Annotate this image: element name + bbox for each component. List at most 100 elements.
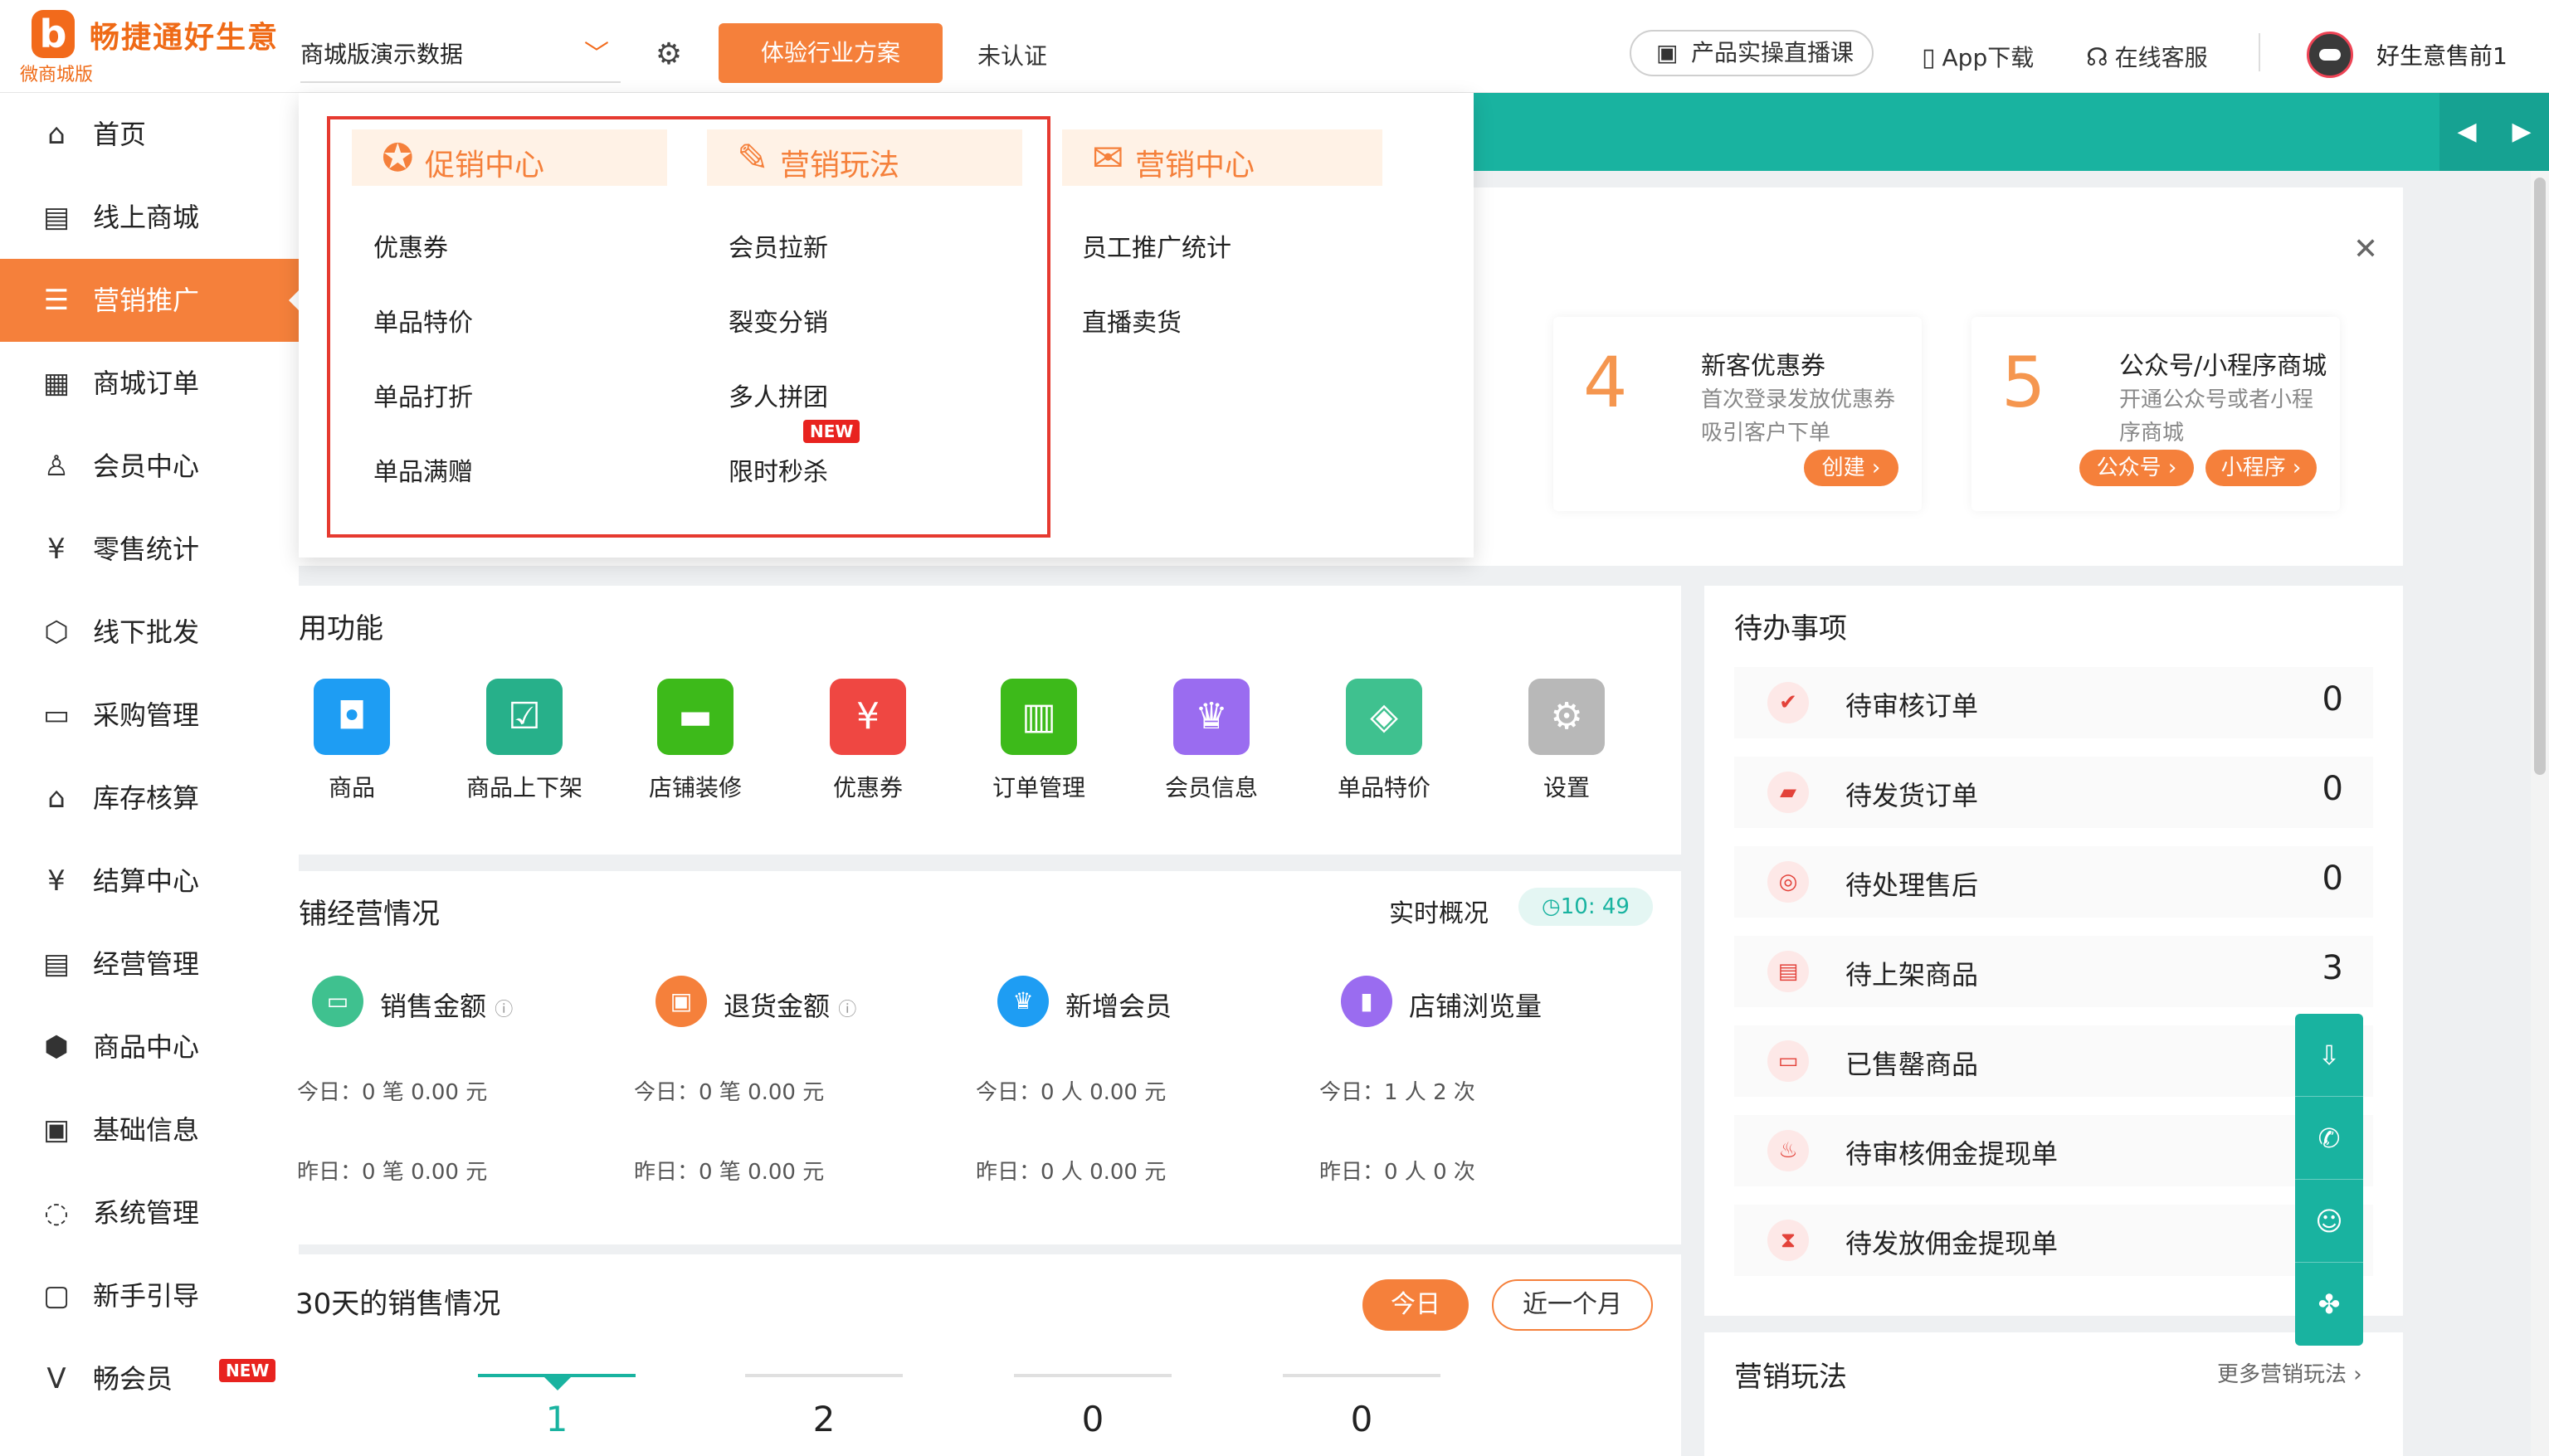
todo-row[interactable]: ▰ 待发货订单 0	[1734, 757, 2373, 828]
metric-today: 今日：0 笔 0.00 元	[634, 1080, 825, 1105]
todo-label: 已售罄商品	[1845, 1049, 1979, 1080]
sidebar-item-retail[interactable]: ¥ 零售统计	[0, 508, 299, 591]
menu-group-buy[interactable]: 多人拼团	[729, 377, 828, 413]
menu-member-referral[interactable]: 会员拉新	[729, 227, 828, 264]
function-special-price[interactable]: ◈ 单品特价	[1318, 679, 1450, 803]
function-product[interactable]: ◘ 商品	[285, 679, 418, 803]
function-label: 会员信息	[1164, 774, 1258, 801]
sidebar-item-inventory[interactable]: ⌂ 库存核算	[0, 757, 299, 840]
sidebar-item-members[interactable]: ♙ 会员中心	[0, 425, 299, 508]
function-label: 优惠券	[832, 774, 903, 801]
sidebar-item-guide[interactable]: ▢ 新手引导	[0, 1254, 299, 1337]
avatar[interactable]	[2307, 32, 2353, 78]
sidebar-item-operation[interactable]: ▤ 经营管理	[0, 923, 299, 1006]
sidebar-item-products[interactable]: ⬢ 商品中心	[0, 1006, 299, 1088]
tab-indicator	[478, 1374, 636, 1377]
function-listing[interactable]: ☑ 商品上下架	[458, 679, 591, 803]
column-title: 促销中心	[425, 149, 545, 183]
more-marketing-link[interactable]: 更多营销玩法 ›	[2217, 1357, 2362, 1388]
todo-row[interactable]: ✔ 待审核订单 0	[1734, 667, 2373, 738]
todo-row[interactable]: ◎ 待处理售后 0	[1734, 846, 2373, 918]
app-download-link[interactable]: ▯ App下载	[1922, 40, 2034, 73]
settings-gear-icon[interactable]: ⚙	[651, 37, 687, 73]
metric-label: 退货金额 ⓘ	[724, 986, 856, 1024]
store-selector[interactable]: 商城版演示数据 ﹀	[300, 33, 621, 83]
close-icon[interactable]: ✕	[2353, 232, 2378, 266]
mini-program-label: 小程序	[2220, 455, 2286, 480]
apps-grid-icon[interactable]: ✤	[2295, 1263, 2363, 1346]
user-name[interactable]: 好生意售前1	[2376, 38, 2508, 71]
menu-coupon[interactable]: 优惠券	[373, 227, 448, 264]
todo-row[interactable]: ♨ 待审核佣金提现单	[1734, 1115, 2373, 1186]
metric-label: 店铺浏览量	[1409, 991, 1543, 1022]
trend-tab[interactable]: 0	[1014, 1374, 1172, 1456]
menu-gift[interactable]: 单品满赠	[373, 451, 473, 488]
today-button[interactable]: 今日	[1362, 1279, 1469, 1331]
tag-icon: ◈	[1346, 679, 1422, 755]
mini-program-button[interactable]: 小程序 ›	[2205, 450, 2317, 486]
function-member-info[interactable]: ♛ 会员信息	[1145, 679, 1278, 803]
todo-row[interactable]: ▭ 已售罄商品	[1734, 1025, 2373, 1097]
menu-live-selling[interactable]: 直播卖货	[1082, 302, 1182, 338]
sidebar-item-label: 基础信息	[93, 1114, 200, 1146]
menu-special-price[interactable]: 单品特价	[373, 302, 473, 338]
function-settings[interactable]: ⚙ 设置	[1500, 679, 1633, 803]
menu-staff-promotion[interactable]: 员工推广统计	[1082, 227, 1231, 264]
trend-tab[interactable]: 1	[478, 1374, 636, 1456]
chat-icon[interactable]: ☺	[2295, 1180, 2363, 1263]
help-icon[interactable]: ⓘ	[838, 1000, 856, 1020]
tab-indicator	[1283, 1374, 1440, 1377]
create-button[interactable]: 创建 ›	[1804, 450, 1898, 486]
trend-tab[interactable]: 0	[1283, 1374, 1440, 1456]
function-decoration[interactable]: ▬ 店铺装修	[629, 679, 762, 803]
sidebar-item-label: 结算中心	[93, 865, 200, 897]
chart-icon: ✎	[737, 135, 769, 180]
trend-tab[interactable]: 2	[745, 1374, 903, 1456]
online-service-link[interactable]: ☊ 在线客服	[2086, 40, 2208, 73]
sidebar-item-basic-info[interactable]: ▣ 基础信息	[0, 1088, 299, 1171]
todo-row[interactable]: ▤ 待上架商品 3	[1734, 936, 2373, 1007]
function-orders[interactable]: ▥ 订单管理	[972, 679, 1105, 803]
sidebar-item-orders[interactable]: ▦ 商城订单	[0, 342, 299, 425]
live-course-button[interactable]: ▣ 产品实操直播课	[1630, 30, 1874, 76]
sidebar: ⌂ 首页 ▤ 线上商城 ☰ 营销推广 ▦ 商城订单 ♙ 会员中心 ¥ 零售统计 ⬡ 线下批发 …	[0, 93, 299, 1456]
clock-icon: ◷	[1542, 894, 1561, 919]
menu-discount[interactable]: 单品打折	[373, 377, 473, 413]
help-icon[interactable]: ⓘ	[495, 1000, 513, 1020]
brand-logo[interactable]: b 畅捷通好生意 微商城版	[0, 0, 299, 93]
last-month-button[interactable]: 近一个月	[1492, 1279, 1653, 1331]
sidebar-item-label: 会员中心	[93, 450, 200, 482]
sidebar-item-settlement[interactable]: ¥ 结算中心	[0, 840, 299, 923]
verification-status[interactable]: 未认证	[977, 38, 1047, 71]
system-icon: ◌	[44, 1196, 69, 1230]
industry-solution-button[interactable]: 体验行业方案	[719, 23, 943, 83]
step-card-official-account: 5 公众号/小程序商城 开通公众号或者小程序商城 公众号 › 小程序 ›	[1971, 317, 2340, 511]
download-icon[interactable]: ⇩	[2295, 1014, 2363, 1097]
new-badge: NEW	[219, 1359, 276, 1382]
sidebar-item-purchase[interactable]: ▭ 采购管理	[0, 674, 299, 757]
tab-scroll-right-icon[interactable]: ▶	[2494, 93, 2549, 171]
sidebar-item-label: 经营管理	[93, 948, 200, 980]
sidebar-item-online-shop[interactable]: ▤ 线上商城	[0, 176, 299, 259]
tab-scroll-left-icon[interactable]: ◀	[2439, 93, 2494, 171]
online-service-label: 在线客服	[2114, 44, 2208, 71]
sidebar-item-vip[interactable]: V 畅会员 NEW	[0, 1337, 299, 1420]
menu-fission-distribution[interactable]: 裂变分销	[729, 302, 828, 338]
marketing-center-header: ✉ 营销中心	[1062, 129, 1382, 186]
sidebar-item-label: 营销推广	[93, 285, 200, 316]
sidebar-item-label: 系统管理	[93, 1197, 200, 1229]
sidebar-item-home[interactable]: ⌂ 首页	[0, 93, 299, 176]
official-account-button[interactable]: 公众号 ›	[2079, 450, 2194, 486]
sidebar-item-marketing[interactable]: ☰ 营销推广	[0, 259, 299, 342]
sidebar-item-label: 线下批发	[93, 616, 200, 648]
todo-label: 待处理售后	[1845, 869, 1979, 901]
sidebar-item-system[interactable]: ◌ 系统管理	[0, 1171, 299, 1254]
checklist-icon: ☑	[486, 679, 563, 755]
phone-call-icon[interactable]: ✆	[2295, 1097, 2363, 1180]
function-coupon[interactable]: ¥ 优惠券	[802, 679, 934, 803]
sidebar-item-wholesale[interactable]: ⬡ 线下批发	[0, 591, 299, 674]
scrollbar-thumb[interactable]	[2534, 178, 2546, 775]
todo-row[interactable]: ⧗ 待发放佣金提现单	[1734, 1205, 2373, 1276]
menu-flash-sale[interactable]: 限时秒杀	[729, 451, 828, 488]
coupon-icon: ¥	[830, 679, 906, 755]
